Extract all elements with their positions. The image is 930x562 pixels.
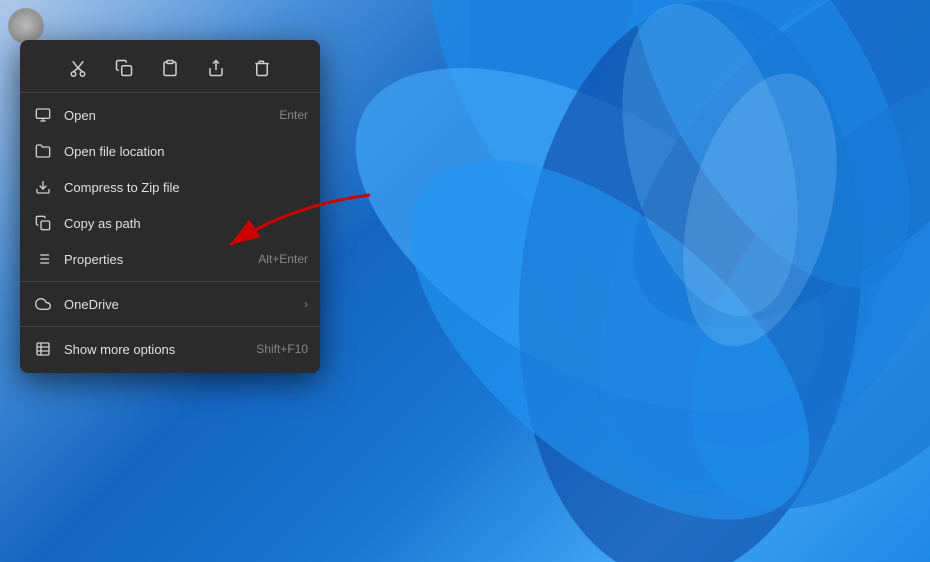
menu-item-open-shortcut: Enter (279, 108, 308, 122)
menu-item-onedrive-label: OneDrive (64, 297, 298, 312)
open-icon (32, 104, 54, 126)
paste-button[interactable] (156, 54, 184, 82)
menu-item-open-label: Open (64, 108, 279, 123)
onedrive-submenu-arrow: › (304, 297, 308, 311)
menu-item-copy-as-path[interactable]: Copy as path (20, 205, 320, 241)
menu-item-open-file-location[interactable]: Open file location (20, 133, 320, 169)
delete-icon (253, 59, 271, 77)
menu-item-show-more-options[interactable]: Show more options Shift+F10 (20, 331, 320, 367)
share-icon (207, 59, 225, 77)
context-menu-toolbar (20, 46, 320, 93)
menu-item-onedrive[interactable]: OneDrive › (20, 286, 320, 322)
cut-icon (69, 59, 87, 77)
menu-item-show-more-options-label: Show more options (64, 342, 256, 357)
menu-item-compress-zip[interactable]: Compress to Zip file (20, 169, 320, 205)
desktop-icon (8, 8, 44, 44)
menu-item-properties-label: Properties (64, 252, 258, 267)
menu-item-open-file-location-label: Open file location (64, 144, 308, 159)
context-menu: Open Enter Open file location Compress t… (20, 40, 320, 373)
open-file-location-icon (32, 140, 54, 162)
menu-item-compress-zip-label: Compress to Zip file (64, 180, 308, 195)
separator-2 (20, 326, 320, 327)
show-more-options-icon (32, 338, 54, 360)
paste-icon (161, 59, 179, 77)
share-button[interactable] (202, 54, 230, 82)
copy-button[interactable] (110, 54, 138, 82)
copy-icon (115, 59, 133, 77)
menu-item-copy-as-path-label: Copy as path (64, 216, 308, 231)
menu-item-properties[interactable]: Properties Alt+Enter (20, 241, 320, 277)
copy-as-path-icon (32, 212, 54, 234)
menu-item-properties-shortcut: Alt+Enter (258, 252, 308, 266)
properties-icon (32, 248, 54, 270)
menu-item-show-more-options-shortcut: Shift+F10 (256, 342, 308, 356)
delete-button[interactable] (248, 54, 276, 82)
separator-1 (20, 281, 320, 282)
onedrive-icon (32, 293, 54, 315)
menu-item-open[interactable]: Open Enter (20, 97, 320, 133)
compress-zip-icon (32, 176, 54, 198)
cut-button[interactable] (64, 54, 92, 82)
bloom-wallpaper (290, 0, 930, 562)
